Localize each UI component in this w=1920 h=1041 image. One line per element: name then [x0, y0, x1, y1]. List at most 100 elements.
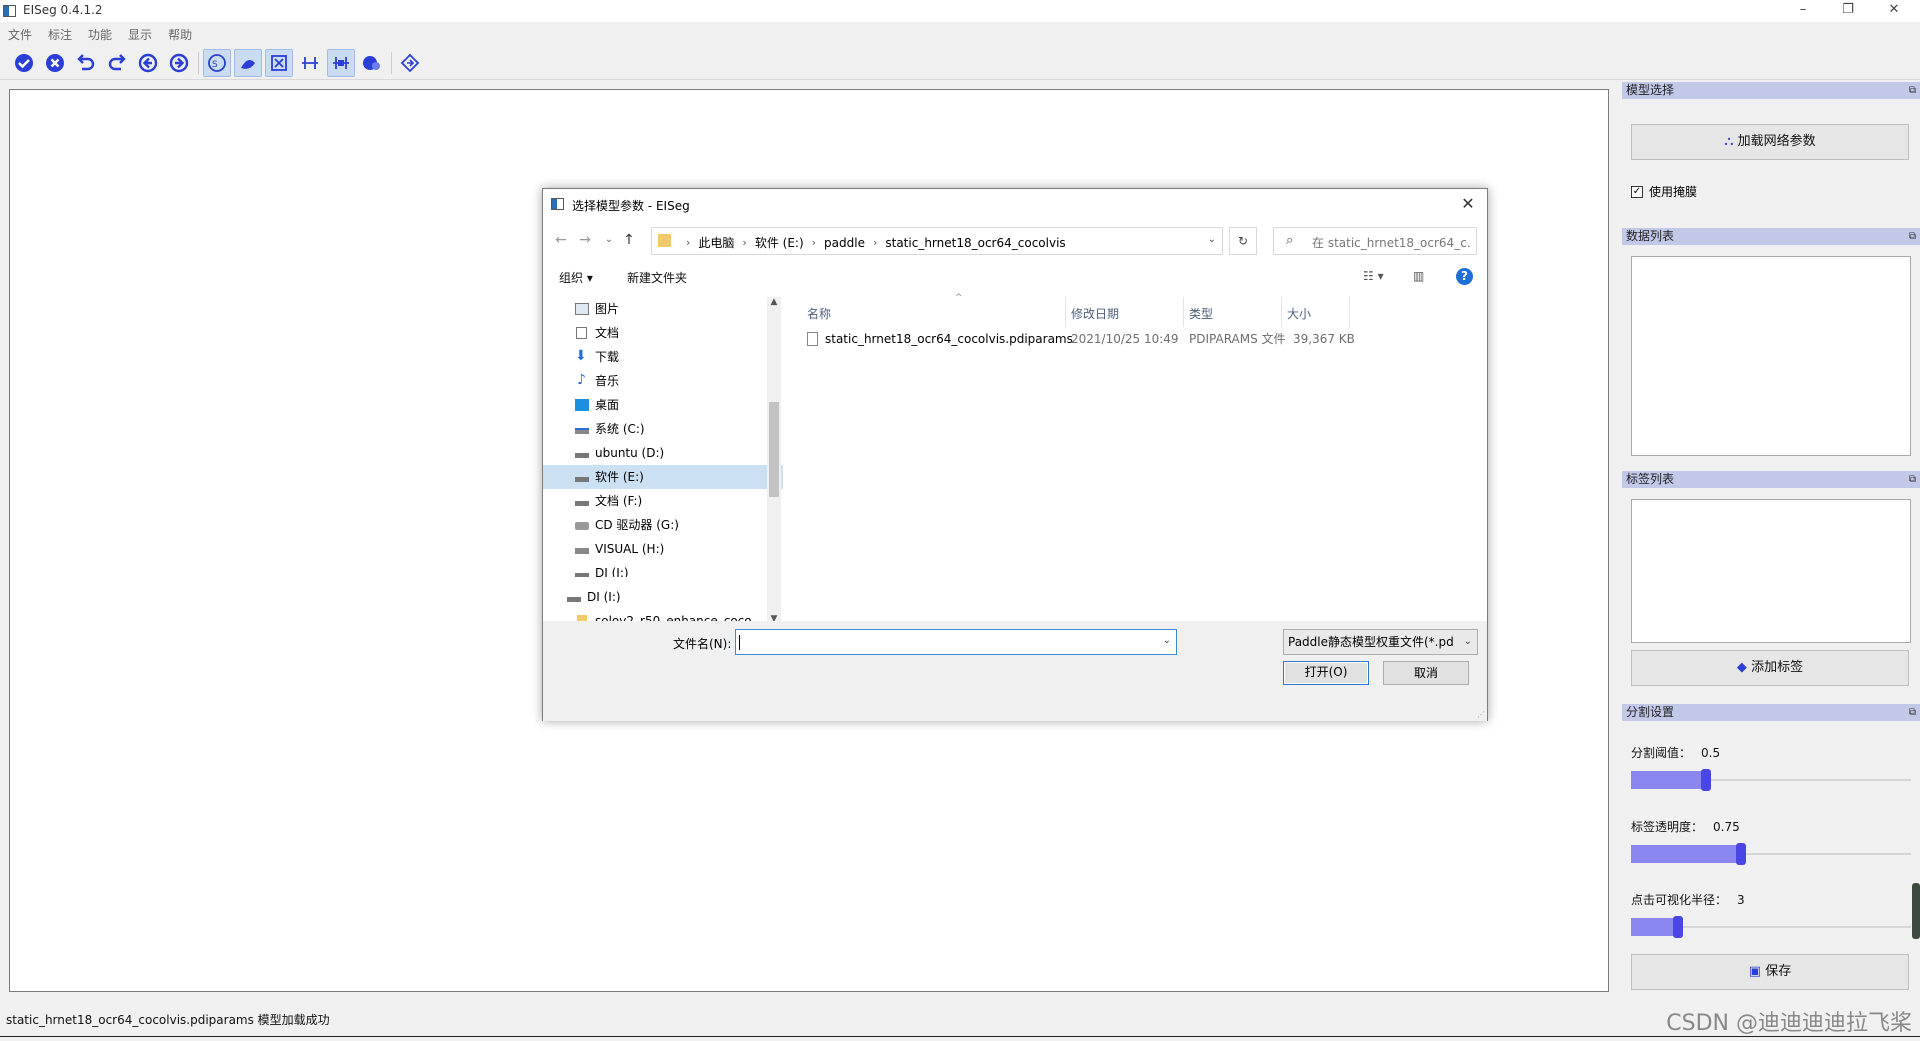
slider-handle[interactable]	[1736, 843, 1746, 865]
nav-item-label: DI (I:)	[587, 590, 621, 604]
scroll-up-icon[interactable]: ▲	[767, 297, 781, 311]
nav-item-visual[interactable]: VISUAL (H:)	[543, 537, 783, 561]
load-model-button[interactable]: ⛬ 加载网络参数	[1631, 124, 1909, 160]
menu-view[interactable]: 显示	[120, 24, 160, 44]
column-type[interactable]: 类型	[1189, 305, 1213, 322]
column-divider[interactable]	[1065, 297, 1066, 327]
nav-scrollbar[interactable]: ▲ ▼	[767, 297, 781, 628]
drive-icon	[567, 597, 581, 602]
breadcrumb-item[interactable]: 此电脑	[698, 234, 734, 251]
cancel-button[interactable]: 取消	[1383, 661, 1469, 685]
watermark: CSDN @迪迪迪迪拉飞桨	[1666, 1011, 1912, 1036]
nav-item-pictures[interactable]: 图片	[543, 297, 783, 321]
float-icon[interactable]: ⧉	[1909, 704, 1916, 721]
undo-icon[interactable]	[72, 49, 100, 77]
add-label-button[interactable]: ◆ 添加标签	[1631, 650, 1909, 686]
nav-item-docs-drive[interactable]: 文档 (F:)	[543, 489, 783, 513]
float-icon[interactable]: ⧉	[1909, 82, 1916, 99]
file-size: 39,367 KB	[1293, 332, 1355, 346]
redo-icon[interactable]	[103, 49, 131, 77]
resize-grip-icon[interactable]: ⋰	[1477, 710, 1485, 719]
preview-pane-icon[interactable]: ▥	[1413, 269, 1424, 283]
nav-item-downloads[interactable]: ⬇ 下载	[543, 345, 783, 369]
menu-file[interactable]: 文件	[0, 24, 40, 44]
restore-button[interactable]: ❐	[1828, 2, 1868, 20]
opacity-value: 0.75	[1713, 820, 1740, 834]
nav-item-ubuntu[interactable]: ubuntu (D:)	[543, 441, 783, 465]
file-list: ^ 名称 修改日期 类型 大小 static_hrnet18_ocr64_coc…	[791, 293, 1483, 587]
chevron-right-icon: ›	[811, 236, 817, 249]
minimize-button[interactable]: –	[1783, 2, 1823, 20]
nav-item-desktop[interactable]: 桌面	[543, 393, 783, 417]
breadcrumb-item[interactable]: static_hrnet18_ocr64_cocolvis	[885, 236, 1065, 250]
largest-component2-icon[interactable]	[327, 49, 355, 77]
nav-item-di-root[interactable]: DI (I:)	[543, 585, 783, 609]
nav-item-di[interactable]: DI (I:)	[543, 561, 783, 577]
toolbar: S	[0, 46, 1920, 80]
nav-item-documents[interactable]: 文档	[543, 321, 783, 345]
new-folder-button[interactable]: 新建文件夹	[627, 269, 687, 286]
quick-label-icon[interactable]	[358, 49, 386, 77]
filetype-select[interactable]: Paddle静态模型权重文件(*.pd ⌄	[1283, 629, 1478, 655]
scroll-handle[interactable]	[1912, 883, 1920, 939]
data-list[interactable]	[1631, 256, 1911, 456]
menu-help[interactable]: 帮助	[160, 24, 200, 44]
file-row[interactable]: static_hrnet18_ocr64_cocolvis.pdiparams …	[791, 327, 1483, 351]
save-button[interactable]: ▣ 保存	[1631, 954, 1909, 990]
threshold-slider[interactable]	[1631, 769, 1911, 791]
breadcrumb-item[interactable]: 软件 (E:)	[755, 234, 804, 251]
finish-icon[interactable]	[10, 49, 38, 77]
add-label-label: 添加标签	[1751, 660, 1804, 675]
nav-item-label: 文档 (F:)	[595, 494, 643, 508]
menu-label[interactable]: 标注	[40, 24, 80, 44]
up-arrow-icon[interactable]: ↑	[619, 229, 639, 251]
chevron-down-icon[interactable]: ⌄	[1163, 635, 1171, 646]
recent-dropdown-icon[interactable]: ⌄	[599, 229, 619, 251]
nav-item-software[interactable]: 软件 (E:)	[543, 465, 783, 489]
prev-image-icon[interactable]	[134, 49, 162, 77]
dialog-close-button[interactable]: ✕	[1457, 193, 1479, 215]
use-mask-checkbox[interactable]: ✓ 使用掩膜	[1631, 183, 1697, 200]
nav-item-system-drive[interactable]: 系统 (C:)	[543, 417, 783, 441]
organize-button[interactable]: 组织 ▾	[559, 269, 593, 286]
view-options-icon[interactable]: ☷ ▾	[1363, 269, 1384, 283]
breadcrumb-item[interactable]: paddle	[824, 236, 865, 250]
float-icon[interactable]: ⧉	[1909, 471, 1916, 488]
slider-handle[interactable]	[1673, 916, 1683, 938]
forward-arrow-icon[interactable]: →	[575, 229, 595, 251]
checkbox-box[interactable]: ✓	[1631, 185, 1643, 198]
save-label: 保存	[1765, 964, 1792, 979]
nav-item-cd-drive[interactable]: CD 驱动器 (G:)	[543, 513, 783, 537]
refresh-icon[interactable]: ↻	[1229, 227, 1257, 255]
auto-save-icon[interactable]: S	[203, 49, 231, 77]
close-button[interactable]: ✕	[1874, 2, 1914, 20]
search-input[interactable]: ⌕ 在 static_hrnet18_ocr64_c...	[1273, 227, 1477, 255]
shortcut-icon[interactable]	[396, 49, 424, 77]
toolbar-separator	[391, 52, 392, 74]
radius-slider[interactable]	[1631, 916, 1911, 938]
column-divider[interactable]	[1183, 297, 1184, 327]
float-icon[interactable]: ⧉	[1909, 228, 1916, 245]
column-name[interactable]: 名称	[807, 305, 831, 322]
nav-item-music[interactable]: ♪ 音乐	[543, 369, 783, 393]
slider-handle[interactable]	[1701, 769, 1711, 791]
back-arrow-icon[interactable]: ←	[551, 229, 571, 251]
help-icon[interactable]: ?	[1456, 268, 1473, 285]
jpg-icon[interactable]	[234, 49, 262, 77]
label-list[interactable]	[1631, 499, 1911, 643]
clear-icon[interactable]	[41, 49, 69, 77]
column-divider[interactable]	[1349, 297, 1350, 327]
column-size[interactable]: 大小	[1287, 305, 1311, 322]
column-divider[interactable]	[1281, 297, 1282, 327]
opacity-slider[interactable]	[1631, 843, 1911, 865]
scroll-thumb[interactable]	[769, 402, 779, 497]
filename-input[interactable]: ⌄	[735, 629, 1177, 655]
next-image-icon[interactable]	[165, 49, 193, 77]
address-bar[interactable]: › 此电脑 › 软件 (E:) › paddle › static_hrnet1…	[651, 227, 1223, 255]
largest-component-icon[interactable]	[296, 49, 324, 77]
chevron-down-icon[interactable]: ⌄	[1208, 234, 1216, 245]
delete-polygon-icon[interactable]	[265, 49, 293, 77]
menu-function[interactable]: 功能	[80, 24, 120, 44]
open-button[interactable]: 打开(O)	[1283, 661, 1369, 685]
column-date[interactable]: 修改日期	[1071, 305, 1119, 322]
